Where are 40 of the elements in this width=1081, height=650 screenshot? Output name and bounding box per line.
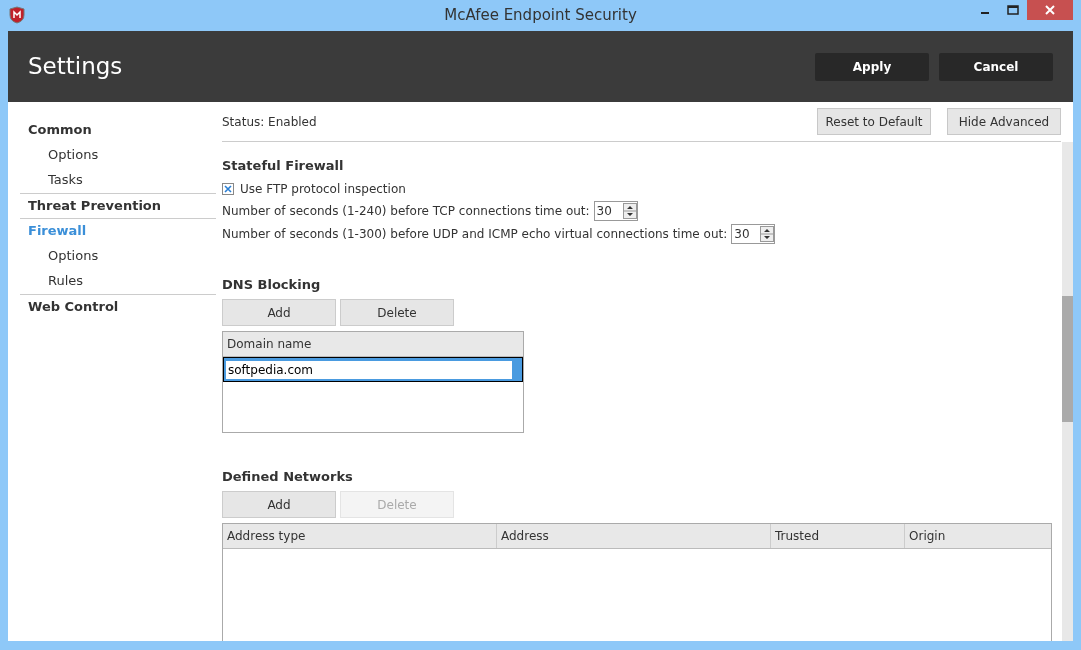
sidebar-subitem[interactable]: Tasks xyxy=(20,167,216,192)
add-button[interactable]: Add xyxy=(222,299,336,326)
apply-button[interactable]: Apply xyxy=(815,52,929,81)
minimize-icon xyxy=(981,12,989,14)
section-heading: Stateful Firewall xyxy=(222,157,345,175)
checkbox-label: Use FTP protocol inspection xyxy=(240,181,406,198)
spinner-label: Number of seconds (1-240) before TCP connections time out: xyxy=(222,203,590,220)
sidebar-item[interactable]: Common xyxy=(20,118,216,142)
sidebar-item[interactable]: Threat Prevention xyxy=(20,194,216,218)
cancel-button[interactable]: Cancel xyxy=(939,52,1053,81)
add-button[interactable]: Add xyxy=(222,491,336,518)
column-header[interactable]: Address type xyxy=(223,524,497,548)
column-header[interactable]: Origin xyxy=(905,524,1051,548)
status-text: Status: Enabled xyxy=(222,113,318,131)
scrollbar-thumb[interactable] xyxy=(1062,296,1073,422)
close-button[interactable] xyxy=(1027,0,1073,20)
shield-logo-icon xyxy=(8,6,26,24)
hide-advanced-button[interactable]: Hide Advanced xyxy=(947,108,1061,135)
reset-button[interactable]: Reset to Default xyxy=(817,108,931,135)
spinner-label: Number of seconds (1-300) before UDP and ICMP echo virtual connections time out: xyxy=(222,226,728,243)
maximize-icon xyxy=(1007,5,1019,15)
sidebar-subitem[interactable]: Options xyxy=(20,243,216,268)
column-header[interactable]: Address xyxy=(497,524,771,548)
number-spinner[interactable]: 30 xyxy=(593,201,638,221)
table-row[interactable]: softpedia.com xyxy=(223,357,523,382)
window-title: McAfee Endpoint Security xyxy=(444,5,637,27)
sidebar-item[interactable]: Web Control xyxy=(20,295,216,319)
domain-input-field[interactable]: softpedia.com xyxy=(226,360,512,379)
scrollbar[interactable] xyxy=(1062,142,1073,641)
section-heading: Defined Networks xyxy=(222,468,354,486)
sidebar-subitem[interactable]: Options xyxy=(20,142,216,167)
number-spinner[interactable]: 30 xyxy=(731,224,776,244)
column-header[interactable]: Domain name xyxy=(223,332,523,356)
delete-button[interactable]: Delete xyxy=(340,299,454,326)
page-title: Settings xyxy=(28,52,124,82)
column-header[interactable]: Trusted xyxy=(771,524,905,548)
checkbox[interactable] xyxy=(222,183,234,195)
sidebar-subitem[interactable]: Rules xyxy=(20,268,216,293)
close-icon xyxy=(1045,5,1055,15)
section-heading: DNS Blocking xyxy=(222,276,322,294)
